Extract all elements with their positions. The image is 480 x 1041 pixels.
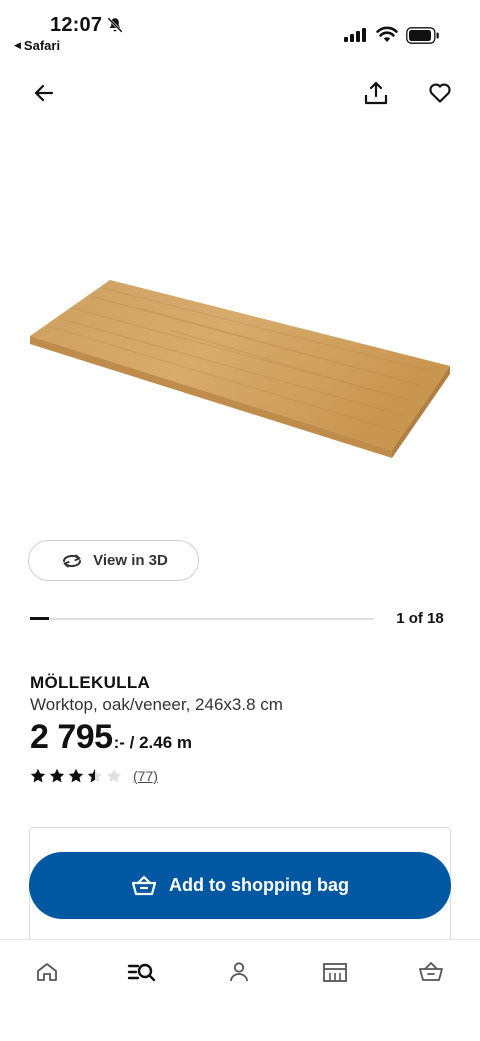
- product-rating[interactable]: (77): [30, 768, 158, 784]
- product-header: [0, 72, 480, 116]
- add-to-bag-label: Add to shopping bag: [169, 875, 349, 895]
- battery-icon: [406, 27, 439, 44]
- arrow-left-icon: [34, 84, 54, 102]
- store-icon: [323, 963, 347, 982]
- search-list-icon: [127, 963, 156, 982]
- product-image[interactable]: [20, 250, 460, 480]
- tab-profile[interactable]: [219, 952, 259, 992]
- star-full-icon: [30, 768, 46, 783]
- tab-stores[interactable]: [315, 952, 355, 992]
- gallery-counter: 1 of 18: [396, 610, 444, 627]
- cellular-signal-icon: [344, 28, 366, 42]
- star-empty-icon: [106, 768, 122, 783]
- star-full-icon: [49, 768, 65, 783]
- view-in-3d-button[interactable]: View in 3D: [28, 540, 199, 581]
- wifi-icon: [376, 26, 398, 42]
- shopping-bag-icon: [419, 962, 443, 981]
- bell-off-icon: [107, 17, 123, 33]
- tab-search[interactable]: [122, 952, 162, 992]
- add-to-bag-button[interactable]: Add to shopping bag: [29, 852, 451, 919]
- home-icon: [37, 963, 57, 981]
- view-in-3d-label: View in 3D: [93, 552, 168, 569]
- share-icon: [364, 81, 388, 105]
- back-app-label: Safari: [23, 38, 61, 53]
- review-count-link[interactable]: (77): [133, 768, 158, 784]
- profile-icon: [230, 962, 248, 982]
- status-bar: 12:07 ◀ Safari: [0, 0, 480, 60]
- favorite-button[interactable]: [422, 75, 458, 111]
- gallery-progress-bar: [30, 617, 374, 620]
- back-button[interactable]: [26, 75, 62, 111]
- heart-icon: [429, 83, 451, 103]
- status-time: 12:07: [50, 14, 103, 36]
- shopping-basket-icon: [131, 875, 157, 895]
- tab-bag[interactable]: [411, 952, 451, 992]
- bottom-tab-bar: [0, 939, 480, 1041]
- gallery-progress-fill: [30, 617, 50, 620]
- product-price: 2 795 :- / 2.46 m: [30, 718, 192, 757]
- star-full-icon: [68, 768, 84, 783]
- back-to-app-link[interactable]: ◀ Safari: [14, 38, 60, 53]
- back-triangle-icon: ◀: [14, 40, 21, 50]
- price-value: 2 795: [30, 718, 113, 756]
- star-half-icon: [87, 768, 103, 783]
- share-button[interactable]: [358, 75, 394, 111]
- tab-home[interactable]: [27, 952, 67, 992]
- price-unit: :- / 2.46 m: [113, 733, 193, 752]
- rotate-3d-icon: [63, 554, 82, 567]
- product-description: Worktop, oak/veneer, 246x3.8 cm: [30, 695, 283, 714]
- product-name: MÖLLEKULLA: [30, 673, 151, 692]
